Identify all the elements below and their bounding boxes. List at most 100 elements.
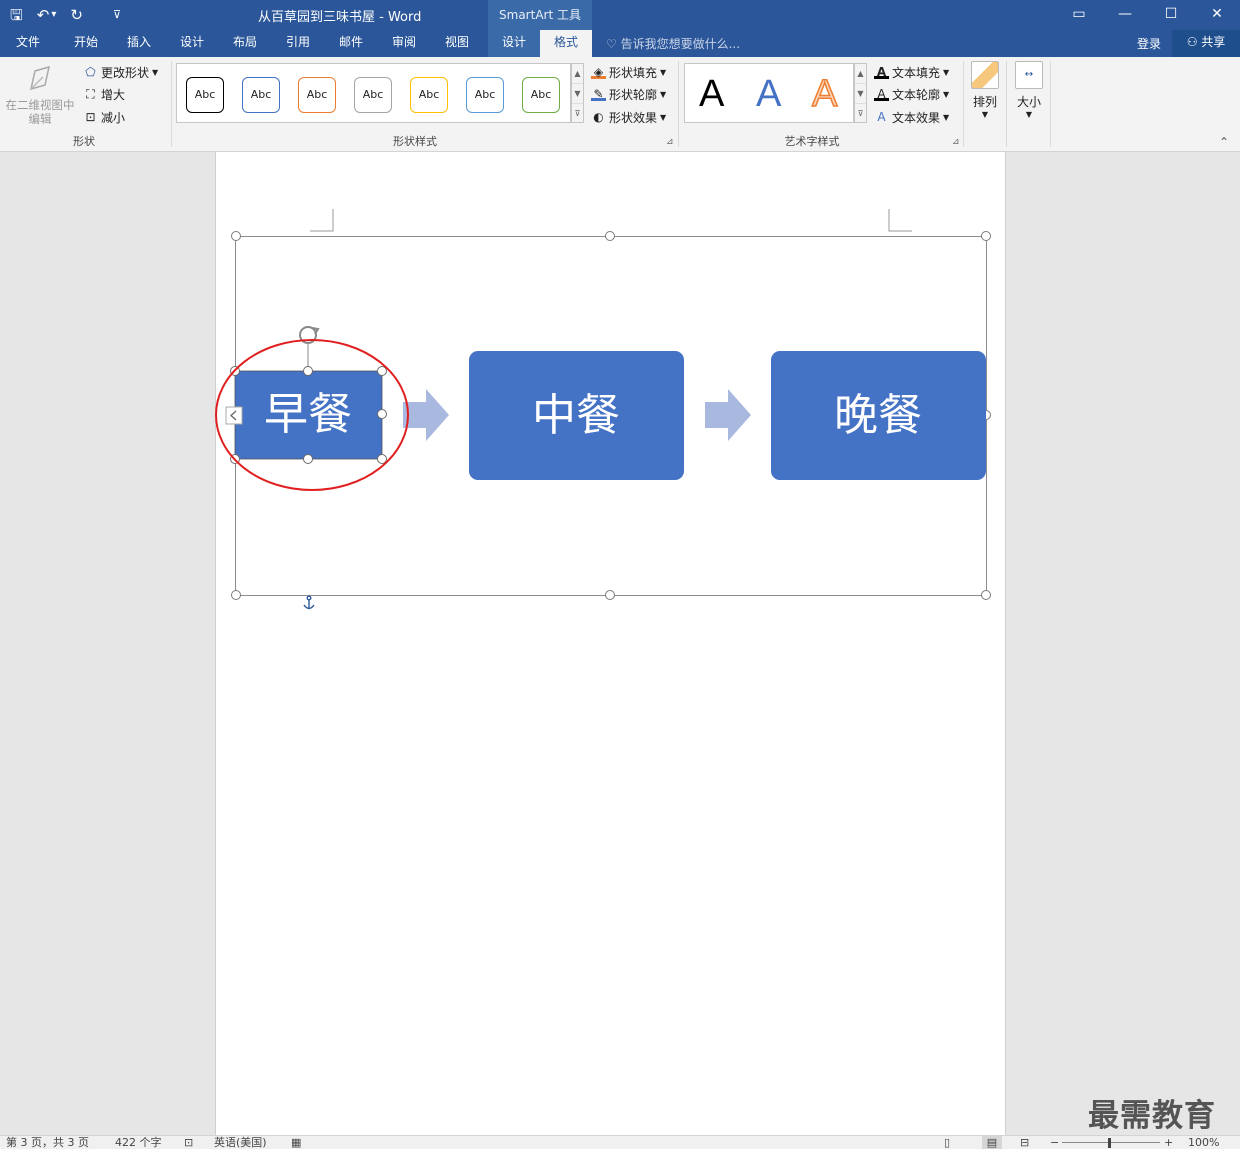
shape-styles-scroll[interactable]: ▲ ▼ ⊽ <box>571 63 584 123</box>
tell-me-box[interactable]: ♡ 告诉我您想要做什么... <box>606 35 740 52</box>
chevron-down-icon: ▼ <box>660 67 667 77</box>
zoom-in-icon[interactable]: + <box>1164 1136 1173 1149</box>
shape-styles-launcher-icon[interactable]: ⊿ <box>666 137 674 147</box>
smaller-button[interactable]: ⊡ 减小 <box>83 107 125 127</box>
customize-qat-icon[interactable]: ⊽ <box>113 4 121 26</box>
shape-style-3[interactable]: Abc <box>298 77 336 113</box>
change-shape-button[interactable]: ⬠ 更改形状 ▼ <box>83 62 158 82</box>
minimize-icon[interactable]: — <box>1102 0 1148 30</box>
tab-insert[interactable]: 插入 <box>117 30 161 57</box>
maximize-icon[interactable]: ☐ <box>1148 0 1194 30</box>
shape-style-2[interactable]: Abc <box>242 77 280 113</box>
quick-access-toolbar: 🖫 ↶ ▾ ↻ ⊽ <box>10 4 121 26</box>
wordart-style-orange[interactable]: A <box>811 73 838 115</box>
language[interactable]: 英语(美国) <box>214 1136 267 1149</box>
proofing-icon[interactable]: ⊡ <box>184 1136 193 1149</box>
more-icon[interactable]: ⊽ <box>572 104 583 124</box>
arrange-button[interactable]: 排列 ▼ <box>968 61 1002 119</box>
shape-style-7[interactable]: Abc <box>522 77 560 113</box>
edit-2d-label: 在二维视图中编辑 <box>5 98 75 126</box>
edit-in-2d-button[interactable]: 在二维视图中编辑 <box>4 61 76 126</box>
chevron-down-icon: ▼ <box>981 110 989 119</box>
wordart-launcher-icon[interactable]: ⊿ <box>952 137 960 147</box>
change-shape-icon: ⬠ <box>85 65 96 79</box>
save-icon[interactable]: 🖫 <box>10 4 23 26</box>
arrange-icon <box>971 61 999 89</box>
lightbulb-icon: ♡ <box>606 37 617 51</box>
zoom-level[interactable]: 100% <box>1188 1136 1219 1149</box>
text-outline-button[interactable]: A 文本轮廓 ▼ <box>874 84 949 104</box>
macro-icon[interactable]: ▦ <box>291 1136 301 1149</box>
larger-button[interactable]: ⛶ 增大 <box>83 84 125 104</box>
tab-smartart-design[interactable]: 设计 <box>488 30 540 57</box>
tab-review[interactable]: 审阅 <box>382 30 426 57</box>
window-controls: ▭ — ☐ ✕ <box>1056 0 1240 30</box>
tab-design[interactable]: 设计 <box>170 30 214 57</box>
wordart-scroll[interactable]: ▲ ▼ ⊽ <box>854 63 867 123</box>
close-icon[interactable]: ✕ <box>1194 0 1240 30</box>
tab-home[interactable]: 开始 <box>64 30 108 57</box>
pen-icon: ✎ <box>591 87 606 101</box>
page-count[interactable]: 第 3 页，共 3 页 <box>6 1136 89 1149</box>
read-mode-icon[interactable]: ▯ <box>944 1136 950 1149</box>
text-effects-label: 文本效果 <box>892 110 941 125</box>
document-title: 从百草园到三味书屋 - Word <box>258 10 422 25</box>
more-icon[interactable]: ⊽ <box>855 104 866 124</box>
shape-style-1[interactable]: Abc <box>186 77 224 113</box>
document-page[interactable] <box>215 152 1006 1135</box>
collapse-ribbon-icon[interactable]: ⌃ <box>1219 135 1229 149</box>
shape-style-6[interactable]: Abc <box>466 77 504 113</box>
redo-icon[interactable]: ↻ <box>70 4 83 26</box>
scroll-down-icon[interactable]: ▼ <box>572 84 583 104</box>
share-button[interactable]: ⚇ 共享 <box>1172 30 1240 57</box>
wordart-style-blue[interactable]: A <box>756 74 781 114</box>
arrange-label: 排列 <box>972 95 997 109</box>
shape-outline-button[interactable]: ✎ 形状轮廓 ▼ <box>591 84 666 104</box>
size-label: 大小 <box>1016 95 1041 109</box>
undo-dropdown-icon[interactable]: ▾ <box>51 4 56 26</box>
word-count[interactable]: 422 个字 <box>115 1136 162 1149</box>
wordart-gallery: A A A <box>684 63 854 123</box>
wordart-style-black[interactable]: A <box>699 74 724 114</box>
scroll-down-icon[interactable]: ▼ <box>855 84 866 104</box>
chevron-down-icon: ▼ <box>943 67 950 77</box>
text-effects-button[interactable]: A 文本效果 ▼ <box>874 107 949 127</box>
ribbon-tabs: 文件 开始 插入 设计 布局 引用 邮件 审阅 视图 设计 格式 ♡ 告诉我您想… <box>0 30 1240 57</box>
login-link[interactable]: 登录 <box>1137 35 1161 52</box>
wordart-group-label: 艺术字样式 <box>784 135 840 148</box>
smaller-label: 减小 <box>101 110 126 125</box>
chevron-down-icon: ▼ <box>152 67 159 77</box>
ribbon-display-options-icon[interactable]: ▭ <box>1056 0 1102 30</box>
tab-mailings[interactable]: 邮件 <box>329 30 373 57</box>
text-outline-label: 文本轮廓 <box>892 87 941 102</box>
shape-fill-button[interactable]: ◈ 形状填充 ▼ <box>591 62 666 82</box>
web-layout-icon[interactable]: ⊟ <box>1020 1136 1029 1149</box>
tab-file[interactable]: 文件 <box>6 30 50 57</box>
chevron-down-icon: ▼ <box>943 112 950 122</box>
shape-styles-gallery: Abc Abc Abc Abc Abc Abc Abc <box>176 63 571 123</box>
scroll-up-icon[interactable]: ▲ <box>572 64 583 84</box>
undo-icon[interactable]: ↶ <box>37 4 50 26</box>
text-fill-button[interactable]: A 文本填充 ▼ <box>874 62 949 82</box>
tab-layout[interactable]: 布局 <box>223 30 267 57</box>
zoom-slider-thumb[interactable] <box>1108 1138 1111 1148</box>
paint-bucket-icon: ◈ <box>591 65 606 79</box>
print-layout-icon[interactable]: ▤ <box>982 1136 1002 1149</box>
tell-me-text: 告诉我您想要做什么... <box>620 37 741 51</box>
status-bar: 第 3 页，共 3 页 422 个字 ⊡ 英语(美国) ▦ ▯ ▤ ⊟ − + … <box>0 1135 1240 1149</box>
tab-references[interactable]: 引用 <box>276 30 320 57</box>
person-icon: ⚇ <box>1186 35 1198 49</box>
chevron-down-icon: ▼ <box>660 112 667 122</box>
edit-2d-icon <box>29 65 51 91</box>
scroll-up-icon[interactable]: ▲ <box>855 64 866 84</box>
size-button[interactable]: ↔ 大小 ▼ <box>1012 61 1046 119</box>
shape-style-4[interactable]: Abc <box>354 77 392 113</box>
larger-label: 增大 <box>101 87 126 102</box>
chevron-down-icon: ▼ <box>660 89 667 99</box>
tab-format[interactable]: 格式 <box>540 30 592 57</box>
tab-view[interactable]: 视图 <box>435 30 479 57</box>
shape-style-5[interactable]: Abc <box>410 77 448 113</box>
zoom-slider-track[interactable] <box>1062 1142 1160 1143</box>
shape-effects-button[interactable]: ◐ 形状效果 ▼ <box>591 107 666 127</box>
zoom-out-icon[interactable]: − <box>1050 1136 1059 1149</box>
